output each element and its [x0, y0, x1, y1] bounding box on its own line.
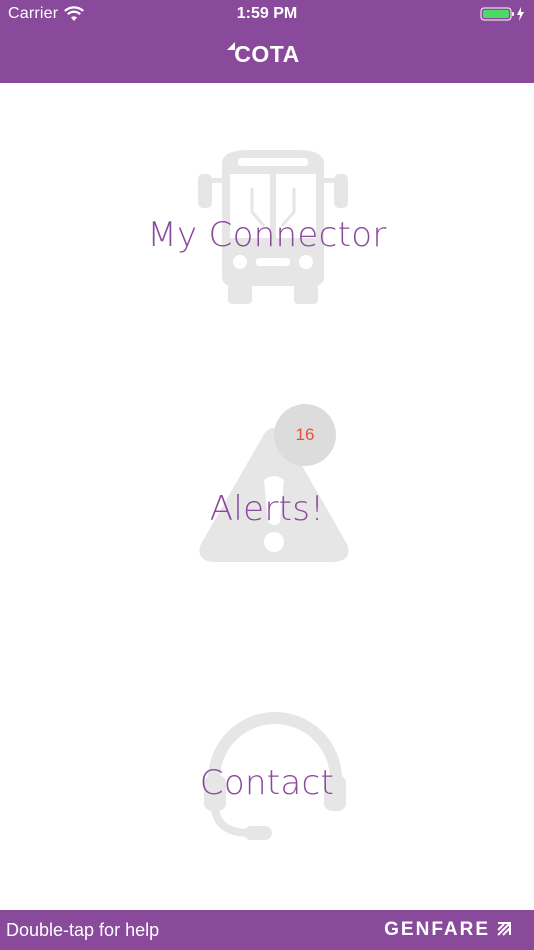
status-time: 1:59 PM [236, 5, 298, 22]
accessibility-footer: Double-tap for help GENFARE [0, 910, 534, 950]
cota-logo: COTA [234, 41, 300, 67]
my-connector-button[interactable]: My Connector [0, 140, 534, 310]
genfare-arrow-icon [497, 922, 511, 936]
alerts-button[interactable]: 16 Alerts! [0, 400, 534, 570]
genfare-logo: GENFARE [384, 919, 490, 940]
alerts-count-badge: 16 [274, 404, 336, 466]
top-bar: Carrier 1:59 PM COTA [0, 0, 534, 83]
app-screen: Carrier 1:59 PM COTA My Connector 16 Ale… [0, 0, 534, 950]
contact-button[interactable]: Contact [0, 705, 534, 845]
alerts-label: Alerts! [209, 489, 325, 529]
battery-charging-icon [480, 7, 524, 21]
status-bar: Carrier 1:59 PM [0, 0, 534, 28]
contact-label: Contact [199, 763, 335, 803]
my-connector-label: My Connector [147, 215, 387, 255]
double-tap-help-text: Double-tap for help [6, 920, 160, 940]
